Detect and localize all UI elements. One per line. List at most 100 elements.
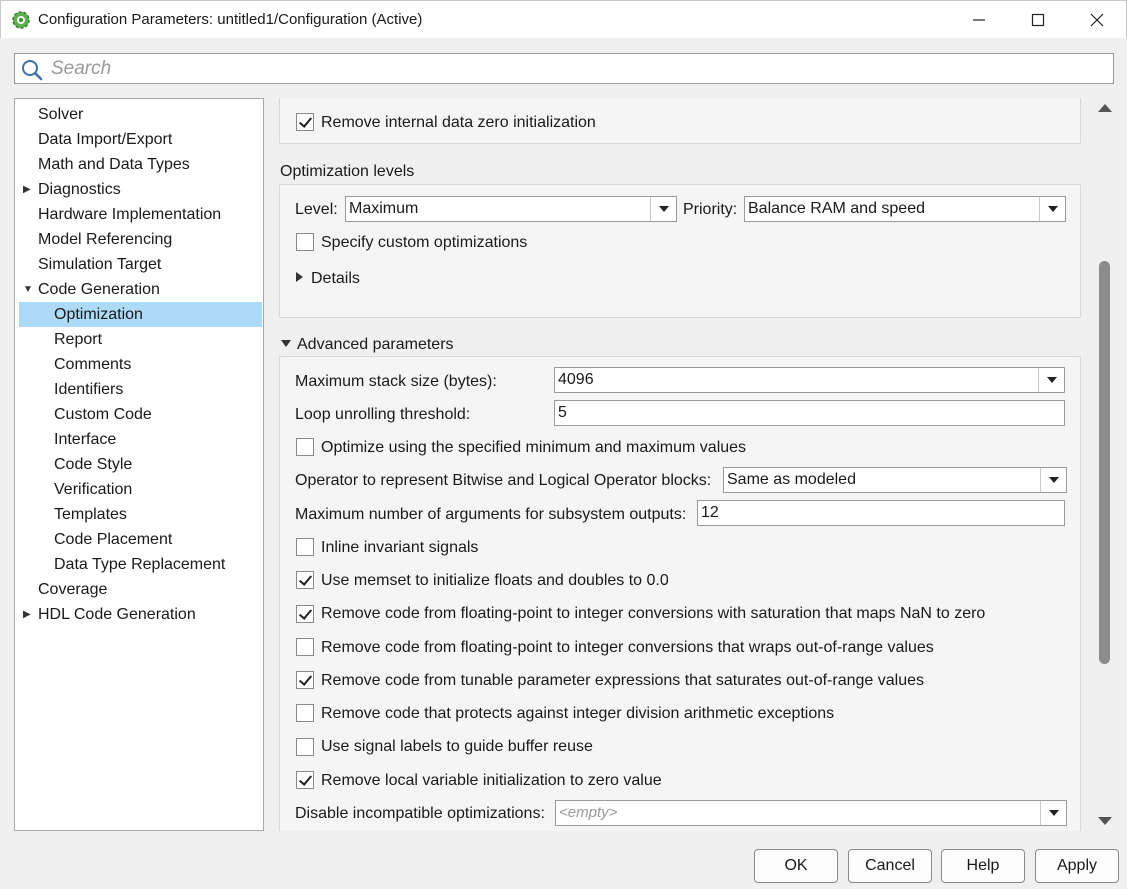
cancel-button[interactable]: Cancel	[848, 849, 932, 883]
wraps-label: Remove code from floating-point to integ…	[321, 639, 934, 656]
tree-item-interface[interactable]: Interface	[19, 427, 262, 452]
minimize-button[interactable]	[950, 1, 1008, 39]
tree-item-templates[interactable]: Templates	[19, 502, 262, 527]
tree-item-label: Code Generation	[38, 281, 160, 298]
tree-item-data-type-replacement[interactable]: Data Type Replacement	[19, 552, 262, 577]
custom-optimizations-checkbox[interactable]	[296, 233, 314, 251]
tree-item-label: Verification	[54, 481, 133, 498]
local-var-init-checkbox[interactable]	[296, 771, 314, 789]
inline-invariant-label: Inline invariant signals	[321, 539, 479, 556]
max-args-label: Maximum number of arguments for subsyste…	[295, 506, 687, 523]
help-button[interactable]: Help	[941, 849, 1025, 883]
priority-dropdown[interactable]: Balance RAM and speed	[744, 196, 1066, 222]
chevron-down-icon[interactable]	[1040, 801, 1066, 825]
tree-item-label: Code Style	[54, 456, 133, 473]
disable-incompatible-value: <empty>	[559, 804, 618, 821]
window-title: Configuration Parameters: untitled1/Conf…	[38, 11, 423, 28]
tree-item-data-import-export[interactable]: Data Import/Export	[19, 127, 262, 152]
apply-button[interactable]: Apply	[1035, 849, 1119, 883]
level-label: Level:	[295, 201, 338, 218]
tree-item-report[interactable]: Report	[19, 327, 262, 352]
search-input[interactable]	[49, 56, 1099, 81]
nan-saturation-checkbox[interactable]	[296, 605, 314, 623]
search-icon	[22, 60, 43, 81]
details-expander[interactable]: Details	[296, 270, 360, 288]
memset-checkbox[interactable]	[296, 571, 314, 589]
max-stack-value: 4096	[558, 371, 594, 388]
wraps-checkbox[interactable]	[296, 638, 314, 656]
tree-item-diagnostics[interactable]: ▶ Diagnostics	[19, 177, 262, 202]
optimize-minmax-checkbox[interactable]	[296, 438, 314, 456]
tree-item-verification[interactable]: Verification	[19, 477, 262, 502]
ok-button[interactable]: OK	[754, 849, 838, 883]
tree-item-label: Solver	[38, 106, 84, 123]
optimization-levels-title: Optimization levels	[280, 163, 415, 180]
chevron-down-icon[interactable]	[650, 197, 676, 221]
tree-item-comments[interactable]: Comments	[19, 352, 262, 377]
division-exceptions-label: Remove code that protects against intege…	[321, 705, 835, 722]
tree-item-label: Optimization	[54, 306, 143, 323]
max-stack-label: Maximum stack size (bytes):	[295, 373, 497, 390]
advanced-parameters-header[interactable]: Advanced parameters	[281, 336, 454, 354]
remove-zero-init-checkbox[interactable]	[296, 113, 314, 131]
collapse-arrow-icon[interactable]: ▼	[23, 277, 33, 302]
tree-item-label: Interface	[54, 431, 117, 448]
tree-item-label: Custom Code	[54, 406, 152, 423]
bitwise-operator-value: Same as modeled	[727, 471, 856, 488]
tree-item-code-style[interactable]: Code Style	[19, 452, 262, 477]
tree-item-code-generation[interactable]: ▼ Code Generation	[19, 277, 262, 302]
tree-item-code-placement[interactable]: Code Placement	[19, 527, 262, 552]
close-button[interactable]	[1068, 1, 1126, 39]
signal-labels-checkbox[interactable]	[296, 738, 314, 756]
chevron-down-icon[interactable]	[1039, 197, 1065, 221]
search-box[interactable]	[14, 53, 1114, 84]
tree-item-math-and-data-types[interactable]: Math and Data Types	[19, 152, 262, 177]
tree-item-model-referencing[interactable]: Model Referencing	[19, 227, 262, 252]
tree-item-hdl-code-generation[interactable]: ▶ HDL Code Generation	[19, 602, 262, 627]
tunable-saturation-label: Remove code from tunable parameter expre…	[321, 672, 924, 689]
tree-item-identifiers[interactable]: Identifiers	[19, 377, 262, 402]
tree-item-hardware-implementation[interactable]: Hardware Implementation	[19, 202, 262, 227]
expand-arrow-icon	[296, 272, 303, 282]
tree-item-label: Hardware Implementation	[38, 206, 222, 223]
scroll-down-icon[interactable]	[1098, 817, 1112, 825]
vertical-scrollbar[interactable]	[1097, 98, 1113, 831]
close-icon	[1090, 13, 1104, 27]
scrollbar-thumb[interactable]	[1099, 261, 1110, 664]
tree-item-label: Report	[54, 331, 103, 348]
tunable-saturation-checkbox[interactable]	[296, 671, 314, 689]
chevron-down-icon[interactable]	[1040, 468, 1066, 492]
title-bar: Configuration Parameters: untitled1/Conf…	[0, 0, 1127, 38]
level-dropdown[interactable]: Maximum	[345, 196, 677, 222]
loop-unroll-input[interactable]	[554, 400, 1065, 426]
bitwise-operator-label: Operator to represent Bitwise and Logica…	[295, 472, 712, 489]
optimize-minmax-label: Optimize using the specified minimum and…	[321, 439, 747, 456]
max-stack-combobox[interactable]: 4096	[554, 367, 1065, 393]
bitwise-operator-dropdown[interactable]: Same as modeled	[723, 467, 1067, 493]
disable-incompatible-label: Disable incompatible optimizations:	[295, 805, 545, 822]
memset-label: Use memset to initialize floats and doub…	[321, 572, 669, 589]
tree-item-label: Model Referencing	[38, 231, 173, 248]
max-args-input[interactable]	[697, 500, 1065, 526]
tree-item-label: Identifiers	[54, 381, 124, 398]
expand-arrow-icon[interactable]: ▶	[23, 602, 31, 627]
maximize-button[interactable]	[1009, 1, 1067, 39]
tree-item-solver[interactable]: Solver	[19, 102, 262, 127]
tree-item-optimization[interactable]: Optimization	[19, 302, 262, 327]
tree-item-coverage[interactable]: Coverage	[19, 577, 262, 602]
tree-item-label: Templates	[54, 506, 127, 523]
expand-arrow-icon[interactable]: ▶	[23, 177, 31, 202]
collapse-arrow-icon	[281, 340, 291, 347]
maximize-icon	[1031, 13, 1045, 27]
inline-invariant-checkbox[interactable]	[296, 538, 314, 556]
level-value: Maximum	[349, 200, 419, 217]
chevron-down-icon[interactable]	[1038, 368, 1064, 392]
category-tree: Solver Data Import/Export Math and Data …	[14, 98, 264, 831]
tree-item-simulation-target[interactable]: Simulation Target	[19, 252, 262, 277]
scroll-up-icon[interactable]	[1098, 104, 1112, 112]
division-exceptions-checkbox[interactable]	[296, 704, 314, 722]
disable-incompatible-dropdown[interactable]: <empty>	[555, 800, 1067, 826]
tree-item-label: Simulation Target	[38, 256, 162, 273]
local-var-init-label: Remove local variable initialization to …	[321, 772, 662, 789]
tree-item-custom-code[interactable]: Custom Code	[19, 402, 262, 427]
